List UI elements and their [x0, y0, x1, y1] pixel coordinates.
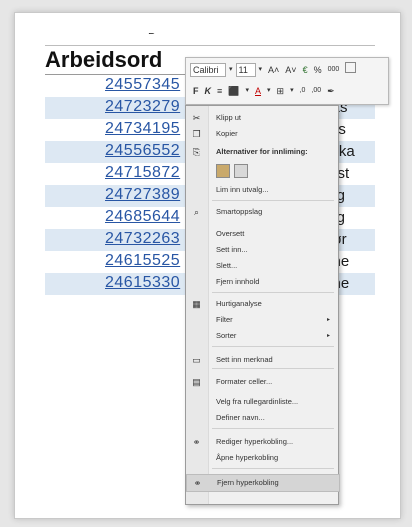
menu-separator [212, 200, 334, 201]
italic-button[interactable]: K [202, 84, 215, 98]
borders-dropdown-icon[interactable]: ▾ [287, 84, 297, 98]
comment-icon: ▭ [192, 355, 201, 365]
remove-hyperlink-icon: ⚭ [193, 478, 202, 488]
menu-item-label: Sorter [216, 331, 237, 340]
menu-separator [212, 346, 334, 347]
fill-color-dropdown-icon[interactable]: ▾ [242, 84, 252, 98]
smart-lookup-icon: ⌕ [193, 207, 200, 217]
work-order-hyperlink[interactable]: 24734195 [105, 120, 180, 138]
menu-item-item-15[interactable]: Velg fra rullegardinliste... [186, 394, 338, 410]
percent-button[interactable]: % [311, 63, 325, 77]
menu-item-scissors[interactable]: ✂ Klipp ut [186, 110, 338, 126]
menu-item-label: Smartoppslag [216, 207, 263, 216]
work-order-hyperlink[interactable]: 24556552 [105, 142, 180, 160]
menu-item-remove-hyperlink[interactable]: ⚭ Fjern hyperkobling [186, 474, 340, 492]
menu-item-label: Fjern hyperkobling [217, 478, 279, 487]
work-order-hyperlink[interactable]: 24732263 [105, 230, 180, 248]
menu-item-copy[interactable]: ❐ Kopier [186, 126, 338, 142]
menu-separator [212, 468, 334, 469]
menu-item-label: Filter [216, 315, 233, 324]
menu-item-item-12[interactable]: Sorter ▸ [186, 328, 338, 344]
work-order-hyperlink[interactable]: 24715872 [105, 164, 180, 182]
menu-item-item-16[interactable]: Definer navn... [186, 410, 338, 426]
submenu-arrow-icon: ▸ [326, 333, 330, 339]
menu-item-item-6[interactable]: Oversett [186, 226, 338, 242]
font-size-dropdown-icon[interactable]: ▾ [256, 63, 266, 77]
format-icon[interactable] [342, 62, 359, 77]
menu-item-item-18[interactable]: Åpne hyperkobling [186, 450, 338, 466]
menu-item-edit-hyperlink[interactable]: ⚭ Rediger hyperkobling... [186, 434, 338, 450]
font-size-select[interactable]: 11 [235, 62, 256, 77]
currency-button[interactable]: € [300, 63, 311, 77]
top-cell-text: B [148, 33, 155, 37]
menu-item-label: Rediger hyperkobling... [216, 437, 294, 446]
menu-separator [212, 368, 334, 369]
mini-toolbar: Calibri ▾ 11 ▾ A˄ A˅ € % 000 F K ≡ ⬛ ▾ A… [185, 57, 389, 105]
menu-separator [212, 292, 334, 293]
menu-item-label: Sett inn... [216, 245, 248, 254]
menu-item-item-8[interactable]: Slett... [186, 258, 338, 274]
format-cells-icon: ▤ [192, 377, 201, 387]
paste-options-heading: ⎘ Alternativer for innliming: [186, 144, 338, 160]
menu-item-label: Definer navn... [216, 413, 265, 422]
work-order-hyperlink[interactable]: 24723279 [105, 98, 180, 116]
submenu-arrow-icon: ▸ [326, 317, 330, 323]
scissors-icon: ✂ [192, 113, 201, 123]
decrease-decimal-button[interactable]: ,00 [308, 84, 324, 98]
thousands-separator-button[interactable]: 000 [325, 63, 343, 77]
work-order-hyperlink[interactable]: 24615330 [105, 274, 180, 292]
font-color-button[interactable]: A [252, 84, 264, 98]
increase-decimal-button[interactable]: ,0 [297, 84, 309, 98]
format-painter-button[interactable]: ✒ [324, 84, 338, 98]
menu-item-item-9[interactable]: Fjern innhold [186, 274, 338, 290]
font-name-dropdown-icon[interactable]: ▾ [226, 63, 236, 77]
work-order-hyperlink[interactable]: 24727389 [105, 186, 180, 204]
work-order-hyperlink[interactable]: 24685644 [105, 208, 180, 226]
menu-item-label: Fjern innhold [216, 277, 260, 286]
paste-formatting-icon[interactable] [234, 164, 248, 178]
menu-item-label: Slett... [216, 261, 238, 270]
copy-icon: ❐ [192, 129, 201, 139]
menu-item-label: Kopier [216, 129, 238, 138]
paste-values-icon[interactable] [216, 164, 230, 178]
menu-item-quick-analysis[interactable]: ▦ Hurtiganalyse [186, 296, 338, 312]
work-order-hyperlink[interactable]: 24557345 [105, 76, 180, 94]
menu-item-label: Lim inn utvalg... [216, 185, 269, 194]
context-menu: ✂ Klipp ut ❐ Kopier ⎘ Alternativer for innlim… [185, 105, 340, 505]
font-color-dropdown-icon[interactable]: ▾ [264, 84, 274, 98]
bold-button[interactable]: F [190, 84, 202, 98]
borders-button[interactable]: ⊞ [274, 84, 288, 98]
menu-item-item-11[interactable]: Filter ▸ [186, 312, 338, 328]
fill-color-button[interactable]: ⬛ [225, 84, 242, 98]
menu-item-label: Åpne hyperkobling [216, 453, 279, 462]
menu-item-item-7[interactable]: Sett inn... [186, 242, 338, 258]
work-order-hyperlink[interactable]: 24615525 [105, 252, 180, 270]
menu-item-label: Sett inn merknad [216, 355, 273, 364]
shrink-font-button[interactable]: A˅ [282, 63, 299, 77]
menu-item-label: Formater celler... [216, 377, 273, 386]
align-center-icon[interactable]: ≡ [214, 84, 225, 98]
menu-item-label: Klipp ut [216, 113, 242, 122]
menu-item-smart-lookup[interactable]: ⌕ Smartoppslag [186, 204, 338, 220]
menu-item-comment[interactable]: ▭ Sett inn merknad [186, 352, 338, 368]
edit-hyperlink-icon: ⚭ [192, 437, 201, 447]
menu-item-label: Velg fra rullegardinliste... [216, 397, 299, 406]
menu-item-item-4[interactable]: Lim inn utvalg... [186, 182, 338, 198]
top-cell[interactable]: B [45, 33, 375, 46]
grow-font-button[interactable]: A˄ [265, 63, 282, 77]
column-header[interactable]: Arbeidsord [45, 47, 162, 73]
menu-item-paste-options[interactable] [186, 162, 338, 178]
menu-separator [212, 428, 334, 429]
menu-item-label: Oversett [216, 229, 245, 238]
menu-item-format-cells[interactable]: ▤ Formater celler... [186, 374, 338, 390]
quick-analysis-icon: ▦ [192, 299, 201, 309]
menu-item-label: Hurtiganalyse [216, 299, 262, 308]
menu-item-label: Alternativer for innliming: [216, 147, 308, 156]
font-name-select[interactable]: Calibri [190, 62, 226, 77]
paste-icon: ⎘ [192, 147, 201, 157]
document-page: B Arbeidsord 24557345...ør24723279lingsb… [14, 12, 401, 519]
